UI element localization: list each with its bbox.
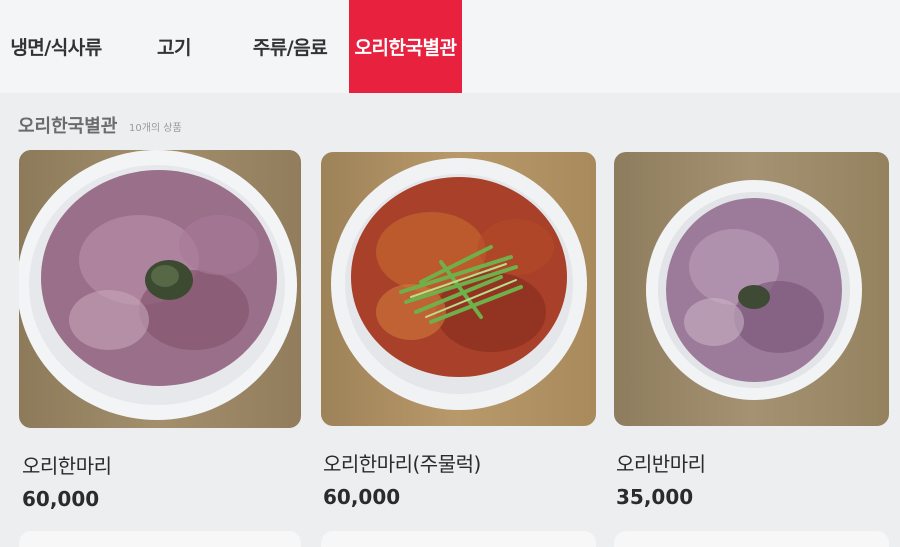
- product-card[interactable]: 오리한마리 60,000: [19, 150, 301, 511]
- section-title: 오리한국별관: [18, 116, 118, 137]
- product-price: 60,000: [22, 487, 100, 511]
- tab-duck-annex[interactable]: 오리한국별관: [349, 0, 462, 93]
- product-image-marinated-duck[interactable]: [321, 152, 596, 426]
- product-name: 오리반마리: [616, 452, 706, 476]
- product-card[interactable]: 오리반마리 35,000: [614, 152, 889, 509]
- tab-drinks[interactable]: 주류/음료: [240, 0, 340, 93]
- category-tab-bar: 냉면/식사류 고기 주류/음료 오리한국별관: [0, 0, 900, 93]
- product-price: 35,000: [616, 485, 694, 509]
- tab-naengmyeon-meals[interactable]: 냉면/식사류: [0, 0, 112, 93]
- product-image-raw-duck[interactable]: [19, 150, 301, 428]
- next-row-card[interactable]: [321, 531, 596, 547]
- product-name: 오리한마리(주물럭): [323, 452, 481, 476]
- product-count: 10개의 상품: [129, 123, 182, 134]
- product-name: 오리한마리: [22, 454, 112, 478]
- next-row-card[interactable]: [19, 531, 301, 547]
- next-row-card[interactable]: [614, 531, 889, 547]
- product-price: 60,000: [323, 485, 401, 509]
- product-card[interactable]: 오리한마리(주물럭) 60,000: [321, 152, 596, 509]
- product-image-half-duck[interactable]: [614, 152, 889, 426]
- tab-meat[interactable]: 고기: [132, 0, 216, 93]
